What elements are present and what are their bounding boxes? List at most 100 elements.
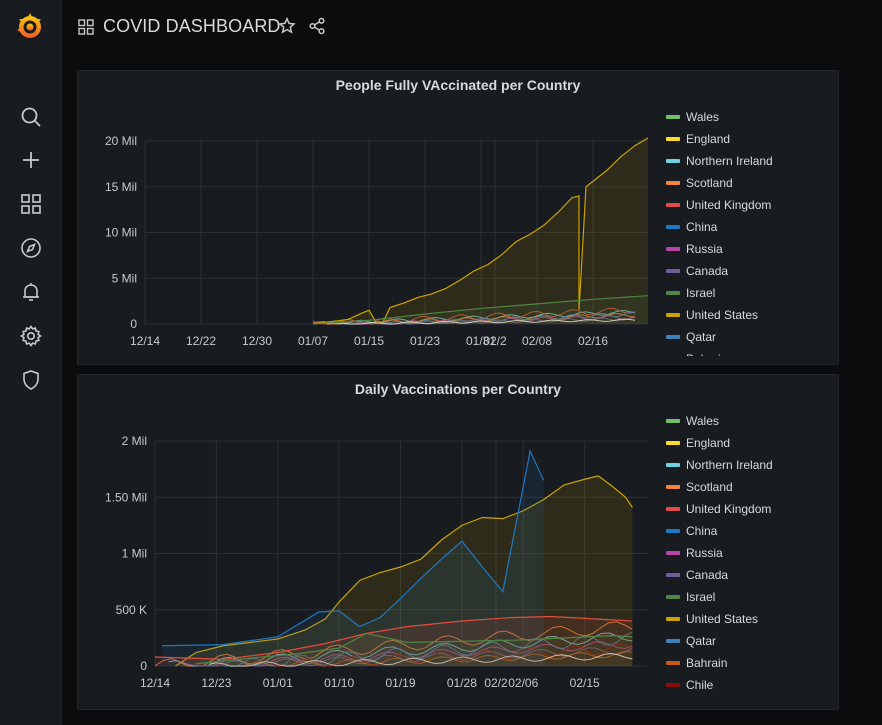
legend-swatch	[666, 661, 680, 665]
legend-item-israel[interactable]: Israel	[662, 586, 838, 608]
legend-item-scotland[interactable]: Scotland	[662, 476, 838, 498]
legend-swatch	[666, 573, 680, 577]
legend-swatch	[666, 595, 680, 599]
panel-daily-vaccinations[interactable]: Daily Vaccinations per Country 0 500 K1 M…	[77, 374, 839, 710]
plus-icon[interactable]	[19, 148, 43, 172]
legend-item-united-kingdom[interactable]: United Kingdom	[662, 194, 838, 216]
x-tick-label: 12/22	[186, 334, 216, 348]
legend-item-russia[interactable]: Russia	[662, 238, 838, 260]
y-tick-label: 5 Mil	[112, 271, 137, 285]
legend-label: China	[686, 524, 718, 538]
dashboard-title[interactable]: COVID DASHBOARD	[103, 16, 281, 37]
legend-item-united-states[interactable]: United States	[662, 608, 838, 630]
sidebar	[0, 0, 62, 725]
dashboards-icon[interactable]	[19, 192, 43, 216]
legend-label: Qatar	[686, 330, 717, 344]
legend-item-canada[interactable]: Canada	[662, 260, 838, 282]
chart-daily-vaccinations[interactable]: 0 500 K 1 Mil 1.50 Mil 2 Mil 12/14 12/23 01/01 0…	[78, 375, 662, 709]
search-icon[interactable]	[19, 105, 43, 129]
legend-item-united-states[interactable]: United States	[662, 304, 838, 326]
legend-label: Israel	[686, 286, 716, 300]
y-tick-label: 2 Mil	[122, 434, 147, 448]
legend-item-russia[interactable]: Russia	[662, 542, 838, 564]
shield-icon[interactable]	[19, 368, 43, 392]
legend-label: Chile	[686, 678, 714, 692]
legend-item-bahrain[interactable]: Bahrain	[662, 652, 838, 674]
share-icon[interactable]	[308, 17, 326, 35]
y-tick-label: 0	[130, 317, 137, 331]
legend-label: Canada	[686, 568, 729, 582]
legend-swatch	[666, 507, 680, 511]
legend-label: Russia	[686, 546, 723, 560]
legend-item-chile[interactable]: Chile	[662, 674, 838, 696]
legend-item-israel[interactable]: Israel	[662, 282, 838, 304]
legend-label: Northern Ireland	[686, 458, 773, 472]
y-tick-label: 0	[140, 659, 147, 673]
legend-label: Scotland	[686, 480, 733, 494]
legend-item-wales[interactable]: Wales	[662, 410, 838, 432]
legend-swatch	[666, 203, 680, 207]
legend-swatch	[666, 551, 680, 555]
legend-item-england[interactable]: England	[662, 128, 838, 150]
y-tick-label: 1.50 Mil	[105, 490, 147, 504]
legend-item-northern-ireland[interactable]: Northern Ireland	[662, 454, 838, 476]
x-tick-label: 01/01	[263, 676, 293, 690]
legend-swatch	[666, 137, 680, 141]
y-tick-label: 20 Mil	[105, 134, 137, 148]
legend-label: China	[686, 220, 718, 234]
legend-swatch	[666, 291, 680, 295]
legend-swatch	[666, 181, 680, 185]
y-tick-label: 15 Mil	[105, 180, 137, 194]
legend-swatch	[666, 419, 680, 423]
legend-swatch	[666, 313, 680, 317]
grafana-logo-icon[interactable]	[14, 10, 46, 42]
alerting-icon[interactable]	[19, 280, 43, 304]
legend-label: Wales	[686, 414, 719, 428]
legend-item-scotland[interactable]: Scotland	[662, 172, 838, 194]
legend-swatch	[666, 441, 680, 445]
legend-label: Wales	[686, 110, 719, 124]
legend-label: United States	[686, 612, 759, 626]
legend-label: Bahrain	[686, 656, 728, 670]
y-tick-label: 10 Mil	[105, 226, 137, 240]
legend-label: Scotland	[686, 176, 733, 190]
legend-item-bahrain[interactable]: Bahrain	[662, 348, 838, 356]
legend-label: United States	[686, 308, 759, 322]
legend-item-wales[interactable]: Wales	[662, 106, 838, 128]
legend-label: Russia	[686, 242, 723, 256]
x-tick-label: 01/23	[410, 334, 440, 348]
chart-people-fully-vaccinated[interactable]: 0 5 Mil 10 Mil 15 Mil 20 Mil 12/14 12/22 12/30 0…	[78, 71, 662, 364]
x-tick-label: 01/10	[324, 676, 354, 690]
legend-label: Qatar	[686, 634, 717, 648]
x-tick-label: 01/07	[298, 334, 328, 348]
legend-item-qatar[interactable]: Qatar	[662, 630, 838, 652]
x-tick-label: 02/06	[508, 676, 538, 690]
legend: Wales England Northern Ireland Scotland Unit…	[662, 106, 838, 356]
x-tick-label: 01/28	[447, 676, 477, 690]
y-tick-label: 500 K	[116, 603, 147, 617]
legend-label: United Kingdom	[686, 502, 772, 516]
legend-swatch	[666, 335, 680, 339]
x-tick-label: 01/15	[354, 334, 384, 348]
legend-swatch	[666, 115, 680, 119]
legend-item-china[interactable]: China	[662, 520, 838, 542]
explore-icon[interactable]	[19, 236, 43, 260]
legend-label: Bahrain	[686, 352, 727, 356]
x-tick-label: 02/15	[570, 676, 600, 690]
x-tick-label: 12/14	[140, 676, 170, 690]
legend-swatch	[666, 617, 680, 621]
panel-people-fully-vaccinated[interactable]: People Fully VAccinated per Country 05 M…	[77, 70, 839, 365]
x-tick-label: 12/14	[130, 334, 160, 348]
star-icon[interactable]	[278, 16, 296, 35]
legend-item-england[interactable]: England	[662, 432, 838, 454]
legend-item-china[interactable]: China	[662, 216, 838, 238]
legend-item-united-kingdom[interactable]: United Kingdom	[662, 498, 838, 520]
legend-item-canada[interactable]: Canada	[662, 564, 838, 586]
legend-label: Canada	[686, 264, 729, 278]
settings-icon[interactable]	[19, 324, 43, 348]
x-tick-label: 12/30	[242, 334, 272, 348]
legend-item-qatar[interactable]: Qatar	[662, 326, 838, 348]
legend-label: United Kingdom	[686, 198, 772, 212]
x-tick-label: 02/2	[484, 676, 508, 690]
legend-item-northern-ireland[interactable]: Northern Ireland	[662, 150, 838, 172]
